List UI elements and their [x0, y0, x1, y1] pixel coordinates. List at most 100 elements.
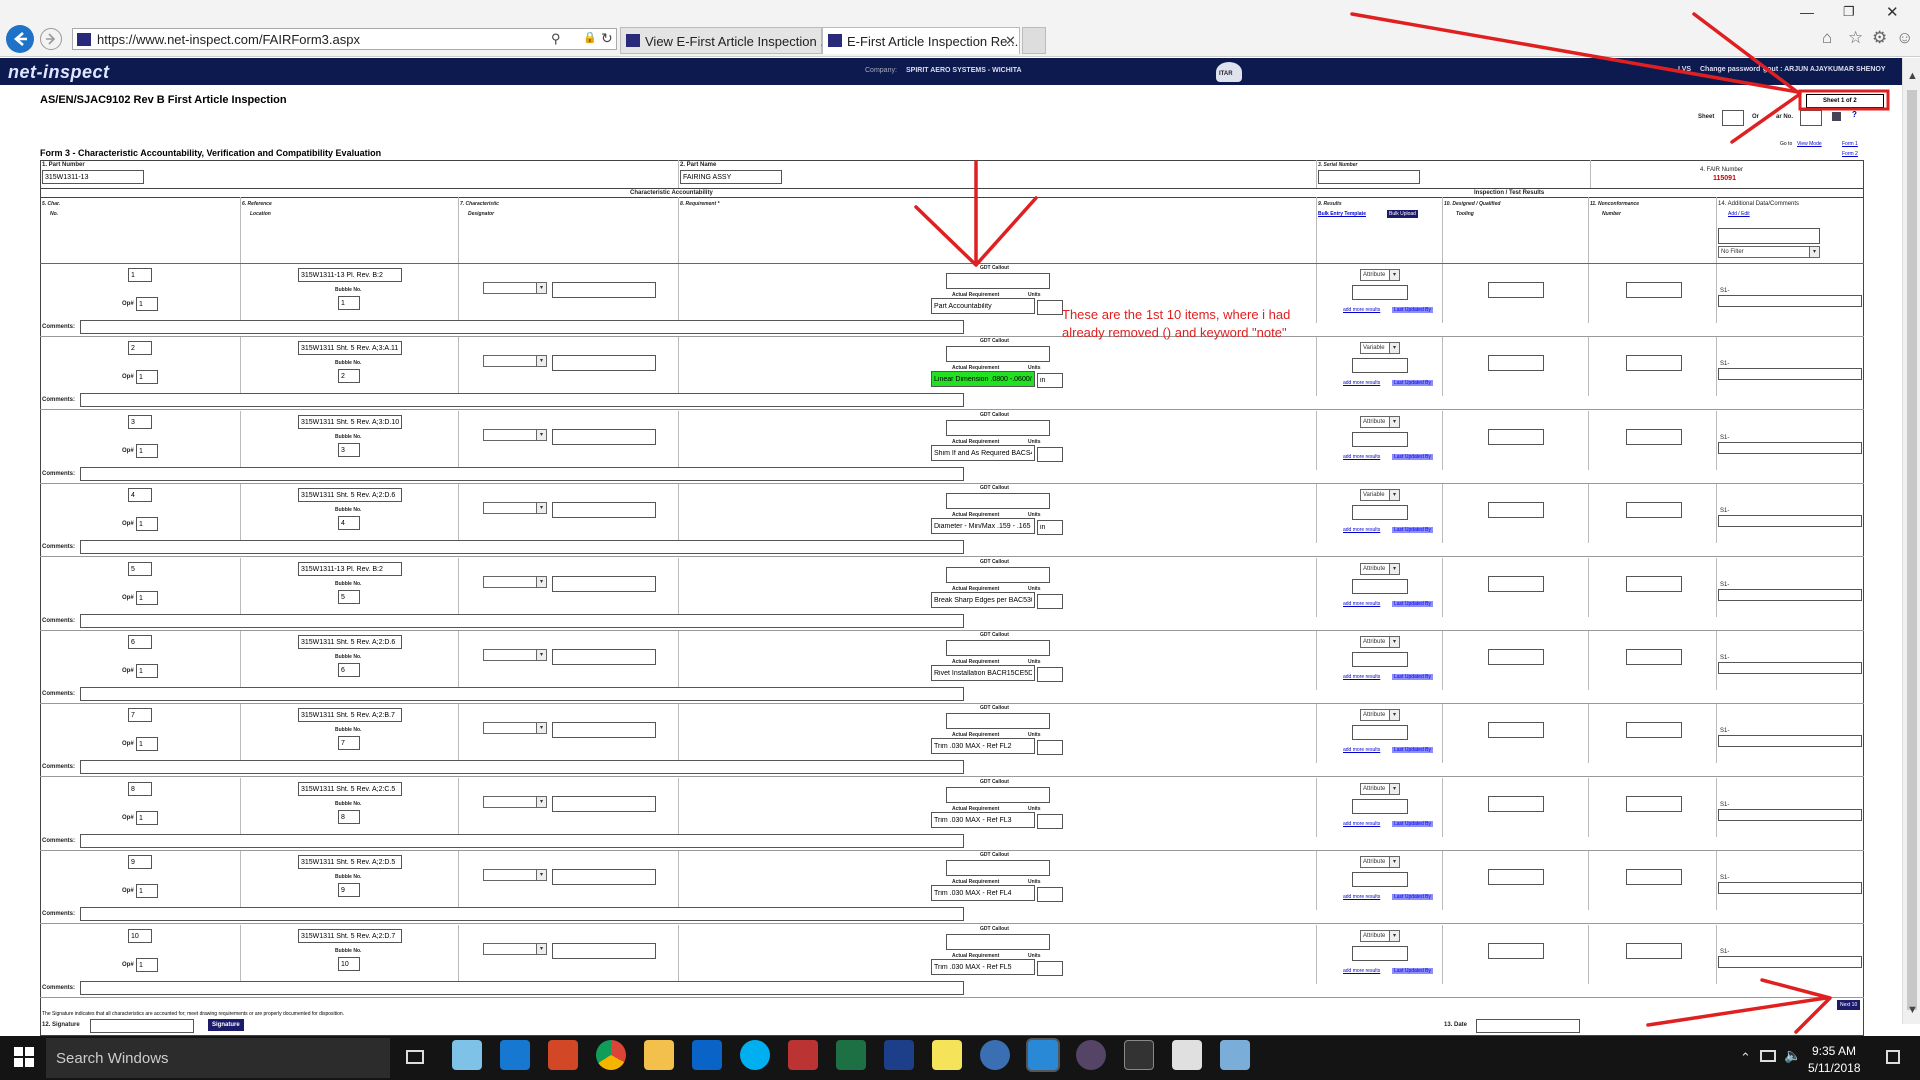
op-input[interactable]	[136, 370, 158, 384]
tooling-input[interactable]	[1488, 869, 1544, 885]
calculator-icon[interactable]	[1832, 112, 1841, 121]
additional-data-input[interactable]	[1718, 882, 1862, 894]
last-updated-badge[interactable]: Last Updated By	[1392, 674, 1433, 680]
powerpoint-icon[interactable]	[548, 1040, 578, 1070]
settings-gear-icon[interactable]: ⚙	[1872, 28, 1887, 48]
taskbar-search-box[interactable]: Search Windows	[46, 1038, 390, 1078]
part-number-input[interactable]	[42, 170, 144, 184]
signature-input[interactable]	[90, 1019, 194, 1033]
last-updated-badge[interactable]: Last Updated By	[1392, 307, 1433, 313]
results-input[interactable]	[1352, 505, 1408, 520]
last-updated-badge[interactable]: Last Updated By	[1392, 454, 1433, 460]
restore-icon[interactable]: ❐	[1843, 4, 1855, 20]
outlook-icon[interactable]	[692, 1040, 722, 1070]
tooling-input[interactable]	[1488, 576, 1544, 592]
view-mode-link[interactable]: View Mode	[1797, 141, 1822, 147]
actual-requirement-input[interactable]	[931, 738, 1035, 754]
nonconformance-input[interactable]	[1626, 869, 1682, 885]
units-input[interactable]	[1037, 300, 1063, 315]
comments-input[interactable]	[80, 907, 964, 921]
char-no-input[interactable]	[128, 415, 152, 429]
designator-select[interactable]: ▾	[483, 649, 547, 661]
designator-input[interactable]	[552, 282, 656, 298]
home-icon[interactable]: ⌂	[1822, 28, 1832, 48]
comments-input[interactable]	[80, 540, 964, 554]
units-input[interactable]	[1037, 740, 1063, 755]
comments-input[interactable]	[80, 320, 964, 334]
char-no-input[interactable]	[128, 341, 152, 355]
bulk-upload-button[interactable]: Bulk Upload	[1387, 210, 1418, 218]
char-no-input[interactable]	[128, 562, 152, 576]
part-name-input[interactable]	[680, 170, 782, 184]
taskbar-date[interactable]: 5/11/2018	[1808, 1061, 1861, 1075]
tooling-input[interactable]	[1488, 722, 1544, 738]
last-updated-badge[interactable]: Last Updated By	[1392, 894, 1433, 900]
notes-app-icon[interactable]	[452, 1040, 482, 1070]
nonconformance-input[interactable]	[1626, 722, 1682, 738]
designator-select[interactable]: ▾	[483, 943, 547, 955]
actual-requirement-input[interactable]	[931, 298, 1035, 314]
char-no-input[interactable]	[128, 782, 152, 796]
task-view-icon[interactable]	[406, 1050, 424, 1064]
designator-select[interactable]: ▾	[483, 869, 547, 881]
units-input[interactable]	[1037, 887, 1063, 902]
help-icon[interactable]: ?	[1852, 110, 1857, 119]
actual-requirement-input[interactable]	[931, 445, 1035, 461]
designator-input[interactable]	[552, 869, 656, 885]
results-input[interactable]	[1352, 725, 1408, 740]
last-updated-badge[interactable]: Last Updated By	[1392, 821, 1433, 827]
designator-select[interactable]: ▾	[483, 282, 547, 294]
date-input[interactable]	[1476, 1019, 1580, 1033]
snipping-tool-icon[interactable]	[788, 1040, 818, 1070]
reference-location-input[interactable]	[298, 855, 402, 869]
nonconformance-input[interactable]	[1626, 796, 1682, 812]
tab-view-fair[interactable]: View E-First Article Inspection ...	[620, 27, 831, 54]
bar-number-input[interactable]	[1800, 110, 1822, 126]
op-input[interactable]	[136, 444, 158, 458]
reference-location-input[interactable]	[298, 929, 402, 943]
char-no-input[interactable]	[128, 929, 152, 943]
comments-input[interactable]	[80, 687, 964, 701]
bulk-entry-template-link[interactable]: Bulk Entry Template	[1318, 211, 1366, 217]
additional-data-input[interactable]	[1718, 662, 1862, 674]
nonconformance-input[interactable]	[1626, 429, 1682, 445]
designator-input[interactable]	[552, 355, 656, 371]
signature-button[interactable]: Signature	[208, 1019, 244, 1031]
form1-link[interactable]: Form 1	[1842, 141, 1858, 147]
gdt-callout-input[interactable]	[946, 934, 1050, 950]
favorites-star-icon[interactable]: ☆	[1848, 28, 1863, 48]
designator-select[interactable]: ▾	[483, 429, 547, 441]
results-select[interactable]: Attribute ▾	[1360, 709, 1400, 721]
new-tab-button[interactable]	[1022, 27, 1046, 54]
nonconformance-input[interactable]	[1626, 649, 1682, 665]
nonconformance-input[interactable]	[1626, 282, 1682, 298]
additional-data-input[interactable]	[1718, 956, 1862, 968]
close-window-icon[interactable]: ✕	[1886, 3, 1899, 21]
designator-select[interactable]: ▾	[483, 722, 547, 734]
close-tab-icon[interactable]: ✕	[1005, 33, 1016, 49]
designator-input[interactable]	[552, 576, 656, 592]
last-updated-badge[interactable]: Last Updated By	[1392, 747, 1433, 753]
add-more-results-link[interactable]: add more results	[1343, 307, 1380, 313]
tooling-input[interactable]	[1488, 429, 1544, 445]
designator-input[interactable]	[552, 649, 656, 665]
last-updated-badge[interactable]: Last Updated By	[1392, 380, 1433, 386]
actual-requirement-input[interactable]	[931, 959, 1035, 975]
last-updated-badge[interactable]: Last Updated By	[1392, 968, 1433, 974]
results-input[interactable]	[1352, 652, 1408, 667]
bubble-no-input[interactable]	[338, 369, 360, 383]
user-link[interactable]: LVS	[1678, 66, 1691, 73]
tooling-input[interactable]	[1488, 282, 1544, 298]
op-input[interactable]	[136, 958, 158, 972]
additional-data-input[interactable]	[1718, 515, 1862, 527]
comments-input[interactable]	[80, 760, 964, 774]
designator-select[interactable]: ▾	[483, 576, 547, 588]
results-select[interactable]: Attribute ▾	[1360, 636, 1400, 648]
ie-browser-icon[interactable]	[1028, 1040, 1058, 1070]
op-input[interactable]	[136, 811, 158, 825]
next-10-button[interactable]: Next 10	[1837, 1000, 1861, 1010]
volume-icon[interactable]: 🔈	[1784, 1047, 1801, 1064]
designator-select[interactable]: ▾	[483, 502, 547, 514]
results-select[interactable]: Variable ▾	[1360, 489, 1400, 501]
additional-data-input[interactable]	[1718, 735, 1862, 747]
